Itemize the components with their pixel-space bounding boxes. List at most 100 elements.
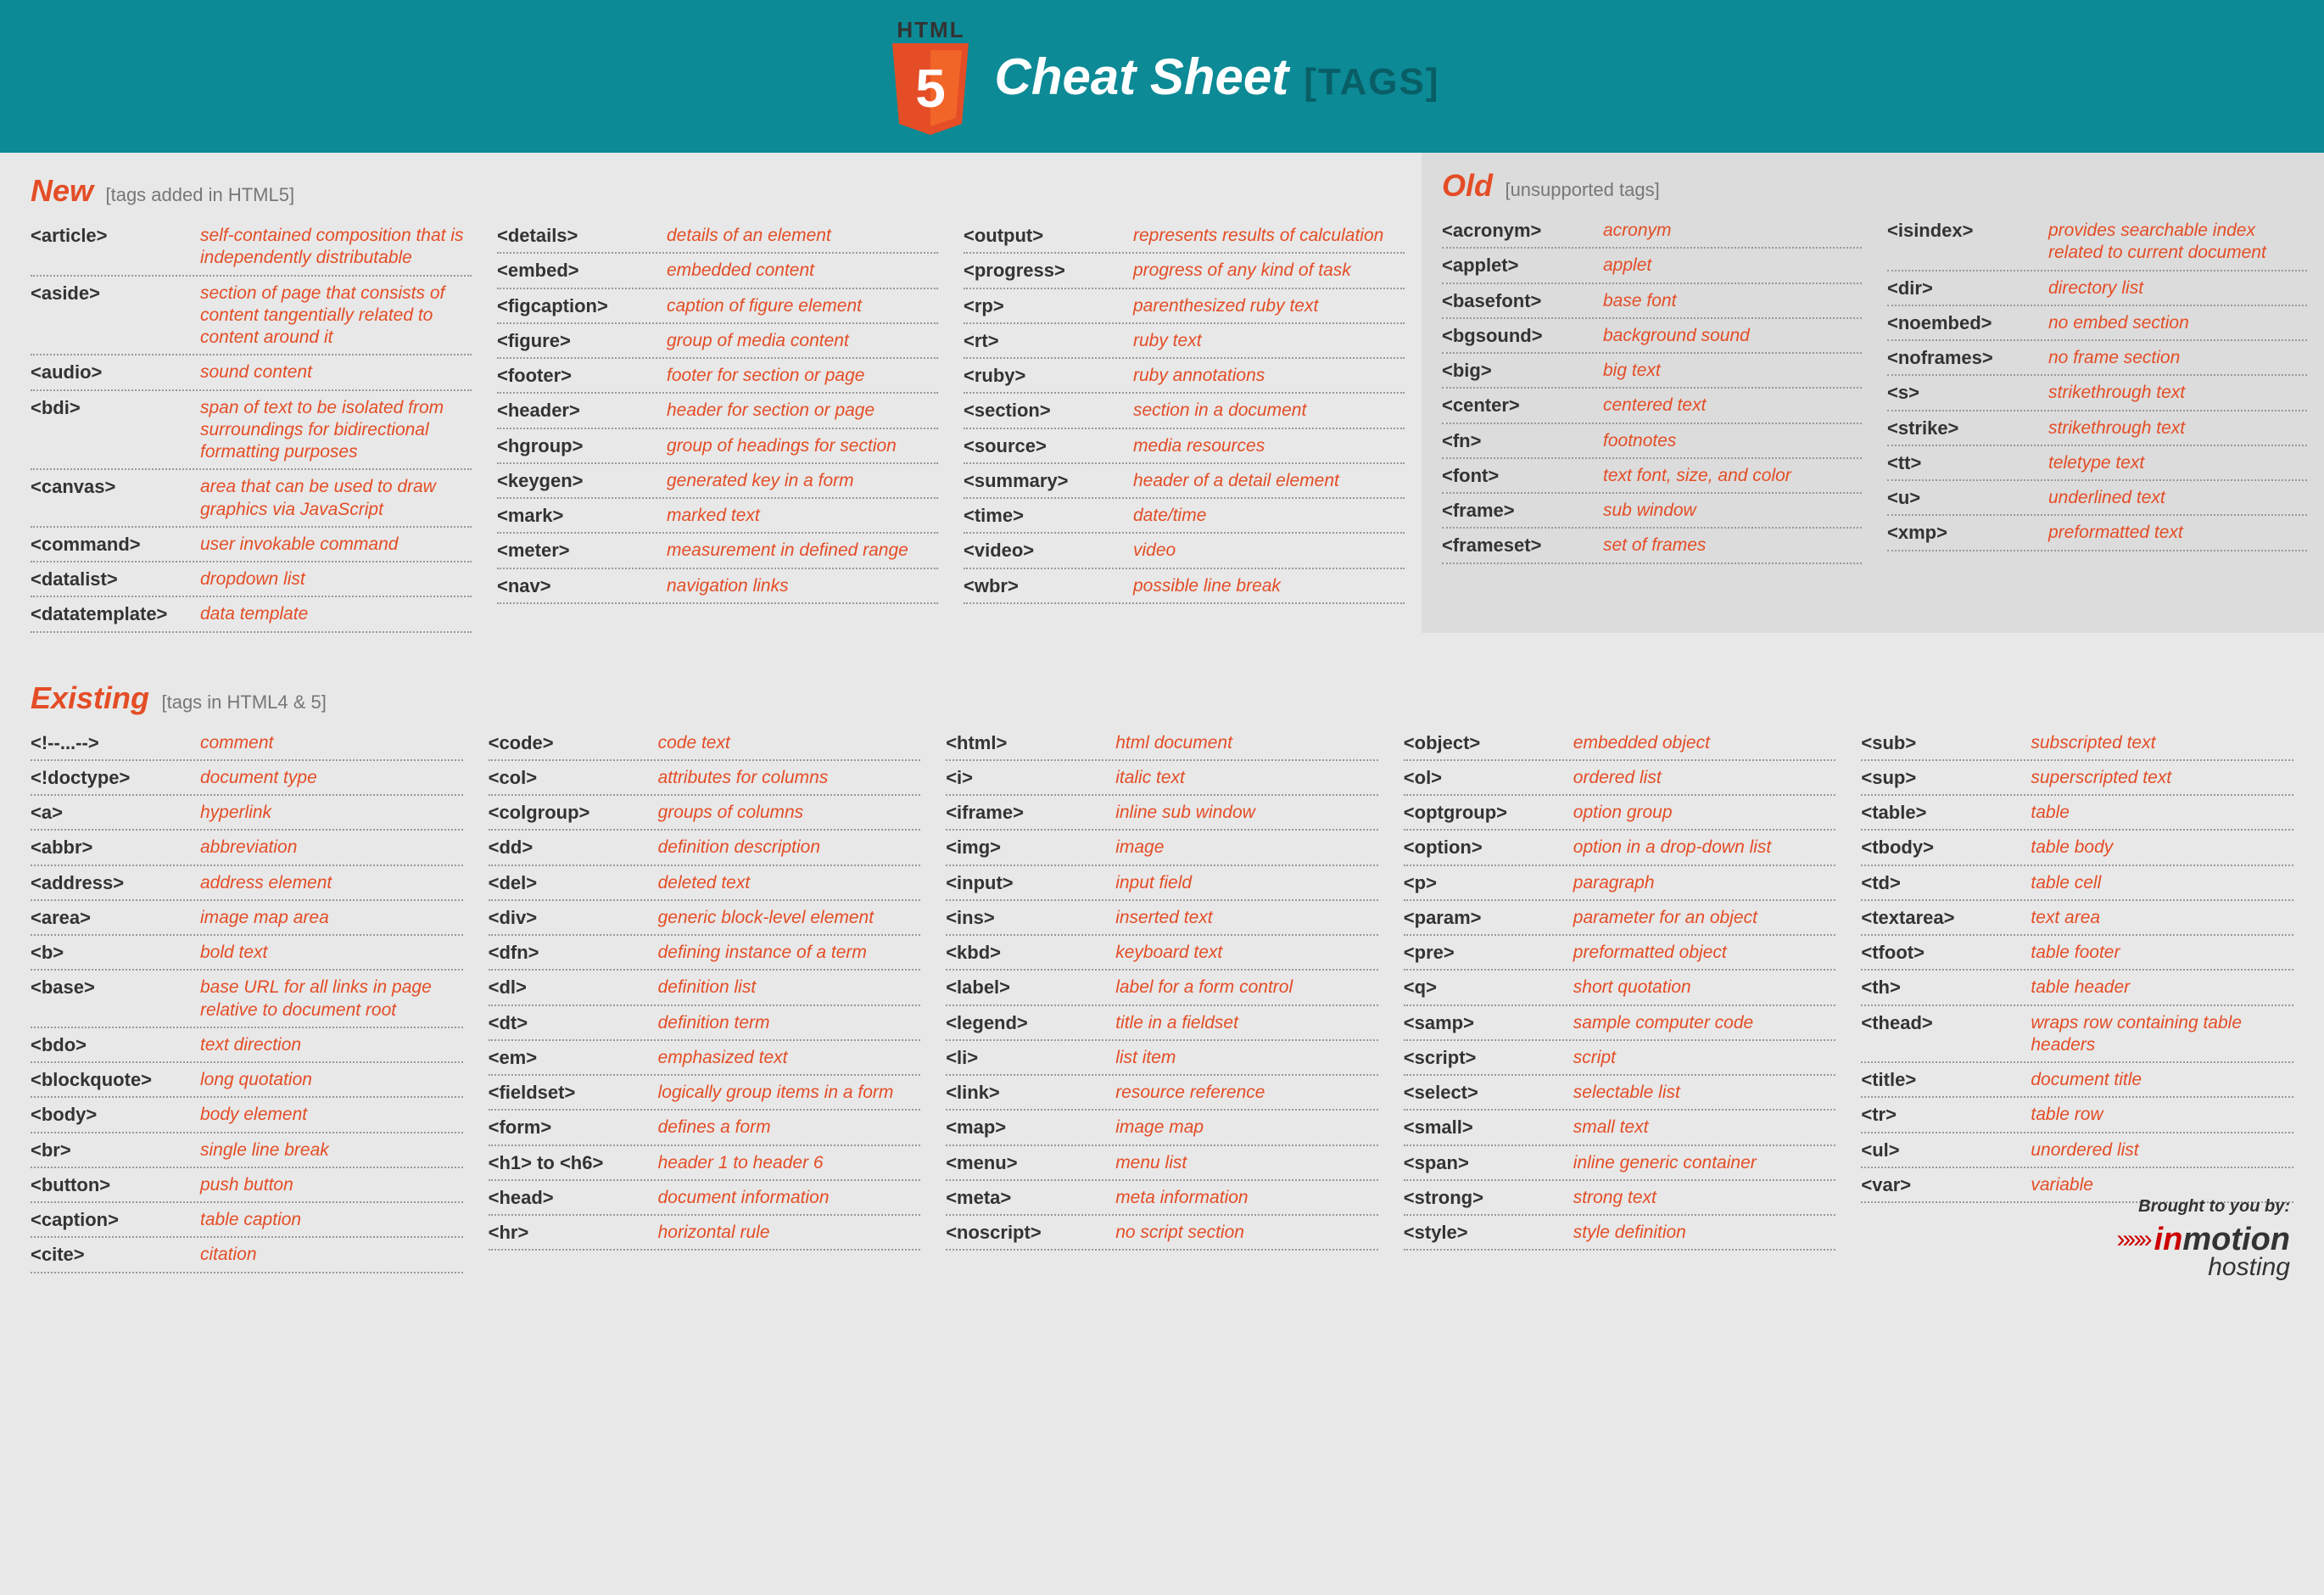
tag-name: <head> — [489, 1187, 658, 1209]
tag-name: <html> — [946, 732, 1115, 754]
section-existing-subtitle: [tags in HTML4 & 5] — [161, 691, 326, 713]
tag-description: data template — [200, 603, 472, 625]
tag-name: <keygen> — [497, 470, 667, 492]
tag-description: inserted text — [1115, 907, 1378, 929]
tag-name: <tr> — [1861, 1104, 2031, 1126]
old-cols: <acronym>acronym<applet>applet<basefont>… — [1442, 214, 2307, 564]
tag-row: <time>date/time — [964, 499, 1405, 534]
tag-description: footnotes — [1603, 430, 1862, 452]
tag-row: <sub>subscripted text — [1861, 726, 2293, 761]
tag-description: embedded content — [667, 260, 938, 282]
tag-description: self-contained composition that is indep… — [200, 225, 472, 270]
tag-description: defining instance of a term — [658, 942, 921, 964]
tag-name: <bdo> — [31, 1034, 200, 1056]
tag-name: <tbody> — [1861, 837, 2031, 859]
tag-name: <command> — [31, 534, 200, 556]
tag-description: centered text — [1603, 395, 1862, 417]
tag-name: <del> — [489, 872, 658, 894]
tag-row: <video>video — [964, 534, 1405, 568]
tag-description: document information — [658, 1187, 921, 1209]
tag-description: caption of figure element — [667, 295, 938, 317]
tag-name: <acronym> — [1442, 220, 1603, 242]
tag-name: <font> — [1442, 465, 1603, 487]
tag-description: ruby annotations — [1133, 365, 1405, 387]
tag-name: <sup> — [1861, 767, 2031, 789]
tag-name: <datatemplate> — [31, 603, 200, 625]
tag-row: <p>paragraph — [1404, 866, 1836, 901]
tag-description: details of an element — [667, 225, 938, 247]
tag-description: body element — [200, 1104, 463, 1126]
tag-name: <noembed> — [1887, 312, 2048, 334]
tag-description: superscripted text — [2031, 767, 2293, 789]
tag-name: <!--...--> — [31, 732, 200, 754]
section-new-title: New — [31, 173, 93, 208]
tag-row: <big>big text — [1442, 354, 1862, 389]
tag-description: document title — [2031, 1069, 2293, 1091]
tag-description: bold text — [200, 942, 463, 964]
tag-name: <dfn> — [489, 942, 658, 964]
tag-description: base font — [1603, 290, 1862, 312]
tag-description: sound content — [200, 361, 472, 383]
tag-description: header 1 to header 6 — [658, 1152, 921, 1174]
tag-row: <rt>ruby text — [964, 324, 1405, 359]
tag-name: <footer> — [497, 365, 667, 387]
tag-column: <details>details of an element<embed>emb… — [497, 219, 938, 633]
tag-name: <source> — [964, 435, 1133, 457]
tag-description: code text — [658, 732, 921, 754]
footer-brand: Brought to you by: »»» inmotion hosting — [2117, 1197, 2290, 1282]
tag-description: generated key in a form — [667, 470, 938, 492]
tag-name: <pre> — [1404, 942, 1573, 964]
tag-row: <body>body element — [31, 1098, 463, 1133]
tag-description: measurement in defined range — [667, 540, 938, 562]
tag-row: <span>inline generic container — [1404, 1146, 1836, 1181]
tag-row: <bdo>text direction — [31, 1028, 463, 1063]
tag-row: <small>small text — [1404, 1111, 1836, 1145]
tag-description: subscripted text — [2031, 732, 2293, 754]
tag-description: media resources — [1133, 435, 1405, 457]
tag-description: table cell — [2031, 872, 2293, 894]
tag-row: <textarea>text area — [1861, 901, 2293, 936]
tag-name: <bdi> — [31, 397, 200, 419]
tag-row: <rp>parenthesized ruby text — [964, 289, 1405, 324]
section-old-subtitle: [unsupported tags] — [1505, 179, 1659, 200]
tag-name: <kbd> — [946, 942, 1115, 964]
tag-row: <output>represents results of calculatio… — [964, 219, 1405, 254]
tag-name: <hgroup> — [497, 435, 667, 457]
svg-text:5: 5 — [916, 58, 947, 119]
tag-row: <meta>meta information — [946, 1181, 1378, 1216]
tag-row: <ins>inserted text — [946, 901, 1378, 936]
tag-row: <div>generic block-level element — [489, 901, 921, 936]
tag-name: <div> — [489, 907, 658, 929]
tag-name: <var> — [1861, 1174, 2031, 1196]
tag-description: date/time — [1133, 505, 1405, 527]
tag-row: <basefont>base font — [1442, 284, 1862, 319]
tag-row: <acronym>acronym — [1442, 214, 1862, 249]
tag-row: <font>text font, size, and color — [1442, 459, 1862, 494]
tag-description: meta information — [1115, 1187, 1378, 1209]
tag-name: <frame> — [1442, 500, 1603, 522]
tag-row: <article>self-contained composition that… — [31, 219, 472, 277]
tag-row: <link>resource reference — [946, 1076, 1378, 1111]
tag-name: <ol> — [1404, 767, 1573, 789]
tag-row: <strike>strikethrough text — [1887, 411, 2307, 446]
tag-description: marked text — [667, 505, 938, 527]
tag-row: <tt>teletype text — [1887, 446, 2307, 481]
tag-row: <iframe>inline sub window — [946, 796, 1378, 831]
tag-row: <legend>title in a fieldset — [946, 1006, 1378, 1041]
tag-name: <frameset> — [1442, 534, 1603, 557]
tag-row: <embed>embedded content — [497, 254, 938, 288]
tag-row: <ol>ordered list — [1404, 761, 1836, 796]
tag-description: table caption — [200, 1209, 463, 1231]
tag-name: <u> — [1887, 487, 2048, 509]
tag-row: <applet>applet — [1442, 249, 1862, 283]
tag-row: <ruby>ruby annotations — [964, 359, 1405, 394]
tag-row: <aside>section of page that consists of … — [31, 277, 472, 356]
tag-row: <!--...-->comment — [31, 726, 463, 761]
tag-row: <title>document title — [1861, 1063, 2293, 1098]
tag-name: <dt> — [489, 1012, 658, 1034]
brand-arrows-icon: »»» — [2117, 1225, 2149, 1254]
tag-description: user invokable command — [200, 534, 472, 556]
tag-row: <canvas>area that can be used to draw gr… — [31, 470, 472, 528]
tag-name: <small> — [1404, 1116, 1573, 1139]
tag-column: <!--...-->comment<!doctype>document type… — [31, 726, 463, 1273]
